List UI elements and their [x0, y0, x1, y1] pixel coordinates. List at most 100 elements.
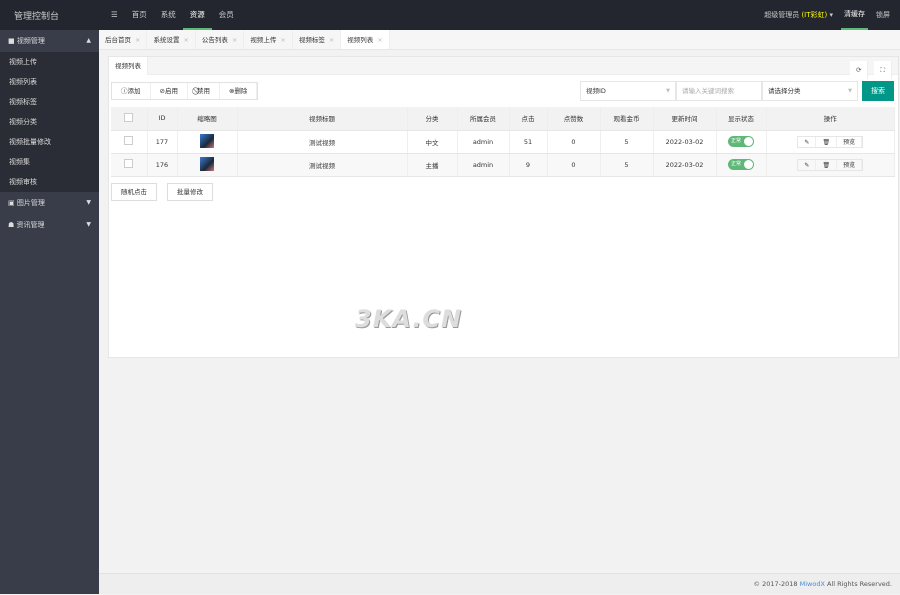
tab-video-list[interactable]: 视频列表 × — [341, 30, 390, 49]
select-value: 视频ID — [586, 87, 606, 95]
col-clicks: 点击 — [509, 107, 548, 131]
lock-screen-button[interactable]: 锁屏 — [876, 10, 890, 20]
news-icon: ☗ — [8, 221, 15, 229]
delete-button[interactable]: ⊗删除 — [220, 83, 258, 99]
thumbnail-image[interactable] — [200, 133, 214, 148]
cell-category: 中文 — [407, 130, 458, 154]
cell-coins: 5 — [600, 130, 654, 154]
cell-member: admin — [457, 130, 510, 154]
watermark: 3KA.CN — [355, 305, 463, 333]
nav-members[interactable]: 会员 — [212, 0, 241, 30]
video-icon: ■ — [8, 37, 15, 45]
label: 添加 — [127, 87, 141, 95]
edit-icon[interactable]: ✎ — [798, 136, 817, 147]
tab-system-settings[interactable]: 系统设置 × — [147, 30, 196, 49]
row-checkbox[interactable] — [111, 153, 148, 177]
chevron-down-icon: ▼ — [86, 221, 91, 228]
cell-actions: ✎ 🗑 预览 — [766, 153, 895, 177]
tab-label: 后台首页 — [105, 36, 131, 44]
footer-brand-link[interactable]: MiwodX — [800, 580, 825, 588]
nav-resources[interactable]: 资源 — [182, 0, 212, 30]
close-icon[interactable]: × — [329, 36, 334, 44]
sidebar-group-video[interactable]: ■ 视频管理 ▲ — [0, 30, 99, 52]
table-row: 177 测试视频 中文 admin 51 0 5 2022-03-02 正常 ✎… — [111, 130, 895, 154]
label: 禁用 — [196, 87, 210, 95]
nav-system[interactable]: 系统 — [154, 0, 183, 30]
tab-home[interactable]: 后台首页 × — [99, 30, 148, 49]
select-value: 请选择分类 — [768, 87, 801, 95]
clear-cache-button[interactable]: 清缓存 — [841, 0, 868, 30]
cell-likes: 0 — [547, 153, 601, 177]
content-card: 视频列表 ⟳ ⛶ ⓘ添加 ⊘启用 ⃠禁用 ⊗删除 视频ID ▼ 请输入关键词搜索 请… — [108, 56, 899, 358]
col-thumb: 缩略图 — [177, 107, 238, 131]
sidebar-group-news[interactable]: ☗ 资讯管理 ▼ — [0, 214, 99, 236]
col-likes: 点赞数 — [547, 107, 601, 131]
group-label: 图片管理 — [16, 199, 45, 207]
tab-video-tags[interactable]: 视频标签 × — [293, 30, 342, 49]
group-label: 视频管理 — [16, 37, 45, 45]
search-field-select[interactable]: 视频ID ▼ — [580, 81, 676, 101]
tab-label: 视频标签 — [298, 36, 325, 44]
cell-thumb — [177, 153, 238, 177]
nav-home[interactable]: 首页 — [125, 0, 154, 30]
edit-icon[interactable]: ✎ — [798, 159, 817, 170]
sidebar: ■ 视频管理 ▲ 视频上传 视频列表 视频标签 视频分类 视频批量修改 视频集 视… — [0, 30, 99, 594]
col-updated: 更新时间 — [653, 107, 717, 131]
select-all-checkbox[interactable] — [111, 107, 148, 131]
sidebar-item-video-tags[interactable]: 视频标签 — [0, 92, 99, 112]
disable-button[interactable]: ⃠禁用 — [188, 83, 220, 99]
random-click-button[interactable]: 随机点击 — [111, 183, 157, 201]
tab-label: 系统设置 — [153, 36, 180, 44]
sidebar-group-images[interactable]: ▣ 图片管理 ▼ — [0, 192, 99, 214]
batch-edit-button[interactable]: 批量修改 — [167, 183, 213, 201]
trash-icon[interactable]: 🗑 — [816, 136, 838, 147]
close-icon[interactable]: × — [377, 36, 382, 44]
cell-updated: 2022-03-02 — [653, 130, 717, 154]
enable-button[interactable]: ⊘启用 — [151, 83, 188, 99]
cell-updated: 2022-03-02 — [653, 153, 717, 177]
cell-id: 176 — [147, 153, 178, 177]
cell-coins: 5 — [600, 153, 654, 177]
sidebar-item-video-batch-edit[interactable]: 视频批量修改 — [0, 132, 99, 152]
chevron-down-icon: ▼ — [86, 199, 91, 206]
cell-thumb — [177, 130, 238, 154]
preview-button[interactable]: 预览 — [837, 136, 863, 147]
menu-toggle-icon[interactable]: ☰ — [104, 0, 125, 30]
search-input[interactable]: 请输入关键词搜索 — [676, 81, 762, 101]
tab-notices[interactable]: 公告列表 × — [196, 30, 245, 49]
thumbnail-image[interactable] — [200, 156, 214, 171]
status-toggle[interactable]: 正常 — [728, 136, 754, 147]
refresh-icon[interactable]: ⟳ — [849, 61, 869, 79]
video-table: ID 缩略图 视频标题 分类 所属会员 点击 点赞数 观看金币 更新时间 显示状… — [111, 107, 895, 177]
close-icon[interactable]: × — [280, 36, 285, 44]
status-toggle[interactable]: 正常 — [728, 159, 754, 170]
fullscreen-icon[interactable]: ⛶ — [874, 61, 892, 79]
top-nav: ☰ 首页 系统 资源 会员 — [104, 0, 241, 30]
user-role[interactable]: 超级管理员 (IT彩虹) ▾ — [764, 10, 833, 20]
cell-actions: ✎ 🗑 预览 — [766, 130, 895, 154]
add-button[interactable]: ⓘ添加 — [112, 83, 151, 99]
card-tab-video-list[interactable]: 视频列表 — [109, 57, 148, 75]
search-button[interactable]: 搜索 — [862, 81, 894, 101]
close-icon[interactable]: × — [183, 36, 188, 44]
sidebar-item-video-review[interactable]: 视频审核 — [0, 172, 99, 192]
sidebar-item-video-upload[interactable]: 视频上传 — [0, 52, 99, 72]
chevron-down-icon: ▼ — [666, 88, 670, 94]
top-bar: 管理控制台 ☰ 首页 系统 资源 会员 超级管理员 (IT彩虹) ▾ 清缓存 锁… — [0, 0, 900, 30]
tab-video-upload[interactable]: 视频上传 × — [244, 30, 293, 49]
col-coins: 观看金币 — [600, 107, 654, 131]
footer-copyright: © 2017-2018 — [753, 580, 800, 588]
sidebar-item-video-collection[interactable]: 视频集 — [0, 152, 99, 172]
trash-icon[interactable]: 🗑 — [816, 159, 838, 170]
col-actions: 操作 — [766, 107, 895, 131]
cell-likes: 0 — [547, 130, 601, 154]
sidebar-item-video-list[interactable]: 视频列表 — [0, 72, 99, 92]
close-icon[interactable]: × — [135, 36, 140, 44]
category-select[interactable]: 请选择分类 ▼ — [762, 81, 858, 101]
close-icon[interactable]: × — [232, 36, 237, 44]
label: 启用 — [164, 87, 178, 95]
preview-button[interactable]: 预览 — [837, 159, 863, 170]
col-title: 视频标题 — [237, 107, 408, 131]
row-checkbox[interactable] — [111, 130, 148, 154]
sidebar-item-video-category[interactable]: 视频分类 — [0, 112, 99, 132]
